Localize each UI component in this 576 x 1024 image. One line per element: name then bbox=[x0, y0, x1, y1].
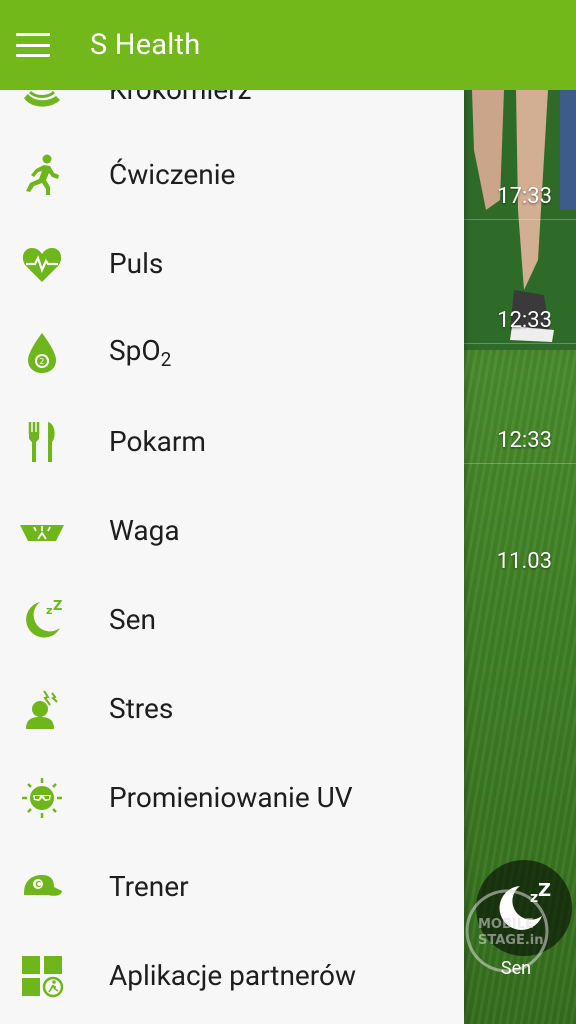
history-row[interactable]: 12:33 bbox=[464, 224, 576, 344]
svg-text:C: C bbox=[35, 880, 41, 889]
hamburger-menu-icon[interactable] bbox=[16, 33, 50, 57]
drawer-item-pedometer[interactable]: Krokomierz bbox=[0, 90, 464, 134]
drawer-item-label: Ćwiczenie bbox=[109, 158, 236, 191]
drawer-item-sleep[interactable]: z Z Sen bbox=[0, 575, 464, 664]
svg-text:z: z bbox=[46, 604, 52, 617]
drawer-item-heart-rate[interactable]: Puls bbox=[0, 219, 464, 308]
sleep-shortcut-button[interactable]: z Z MOBILE STAGE.in Sen bbox=[465, 860, 576, 980]
app-bar: S Health bbox=[0, 0, 576, 90]
time-label: 12:33 bbox=[497, 308, 552, 333]
sleep-moon-icon: z Z bbox=[20, 598, 64, 642]
drawer-item-food[interactable]: Pokarm bbox=[0, 397, 464, 486]
drawer-item-label: Puls bbox=[109, 247, 164, 280]
drawer-item-uv[interactable]: Promieniowanie UV bbox=[0, 753, 464, 842]
running-icon bbox=[20, 153, 64, 197]
drawer-item-label: Trener bbox=[109, 870, 189, 903]
heart-rate-icon bbox=[20, 242, 64, 286]
app-title: S Health bbox=[90, 28, 201, 62]
scale-icon bbox=[20, 509, 64, 553]
stress-head-icon bbox=[20, 687, 64, 731]
drawer-item-label: Pokarm bbox=[109, 425, 206, 458]
drawer-item-partner-apps[interactable]: Aplikacje partnerów bbox=[0, 931, 464, 1020]
history-row[interactable]: 11.03 bbox=[464, 464, 576, 584]
drawer-item-label: Waga bbox=[109, 514, 180, 547]
time-label: 17:33 bbox=[497, 184, 552, 209]
drawer-item-label: Krokomierz bbox=[109, 90, 252, 106]
drawer-item-label: Sen bbox=[109, 603, 156, 636]
drawer-item-label: Promieniowanie UV bbox=[109, 781, 353, 814]
history-row[interactable]: 17:33 bbox=[464, 100, 576, 220]
sleep-button-label: Sen bbox=[500, 958, 532, 979]
drawer-item-spo2[interactable]: 2 SpO2 bbox=[0, 308, 464, 397]
pedometer-icon bbox=[20, 90, 64, 112]
drawer-item-weight[interactable]: Waga bbox=[0, 486, 464, 575]
drawer-item-coach[interactable]: C Trener bbox=[0, 842, 464, 931]
history-row[interactable]: 12:33 bbox=[464, 344, 576, 464]
svg-text:STAGE.in: STAGE.in bbox=[478, 933, 543, 948]
subscript-2: 2 bbox=[160, 348, 172, 371]
coach-cap-icon: C bbox=[20, 865, 64, 909]
svg-text:2: 2 bbox=[39, 357, 44, 366]
navigation-drawer: Krokomierz Ćwiczenie Puls 2 bbox=[0, 90, 464, 1024]
time-label: 11.03 bbox=[496, 549, 552, 574]
uv-sun-icon bbox=[20, 776, 64, 820]
time-label: 12:33 bbox=[497, 428, 552, 453]
partner-apps-icon bbox=[20, 954, 64, 998]
drawer-item-label: Stres bbox=[109, 692, 174, 725]
svg-text:MOBILE: MOBILE bbox=[478, 917, 534, 932]
drawer-item-label: Aplikacje partnerów bbox=[109, 959, 356, 992]
svg-text:Z: Z bbox=[53, 599, 62, 614]
drawer-item-label: SpO2 bbox=[109, 334, 172, 371]
drawer-item-stress[interactable]: Stres bbox=[0, 664, 464, 753]
spo2-drop-icon: 2 bbox=[20, 331, 64, 375]
drawer-item-exercise[interactable]: Ćwiczenie bbox=[0, 130, 464, 219]
fork-knife-icon bbox=[20, 420, 64, 464]
